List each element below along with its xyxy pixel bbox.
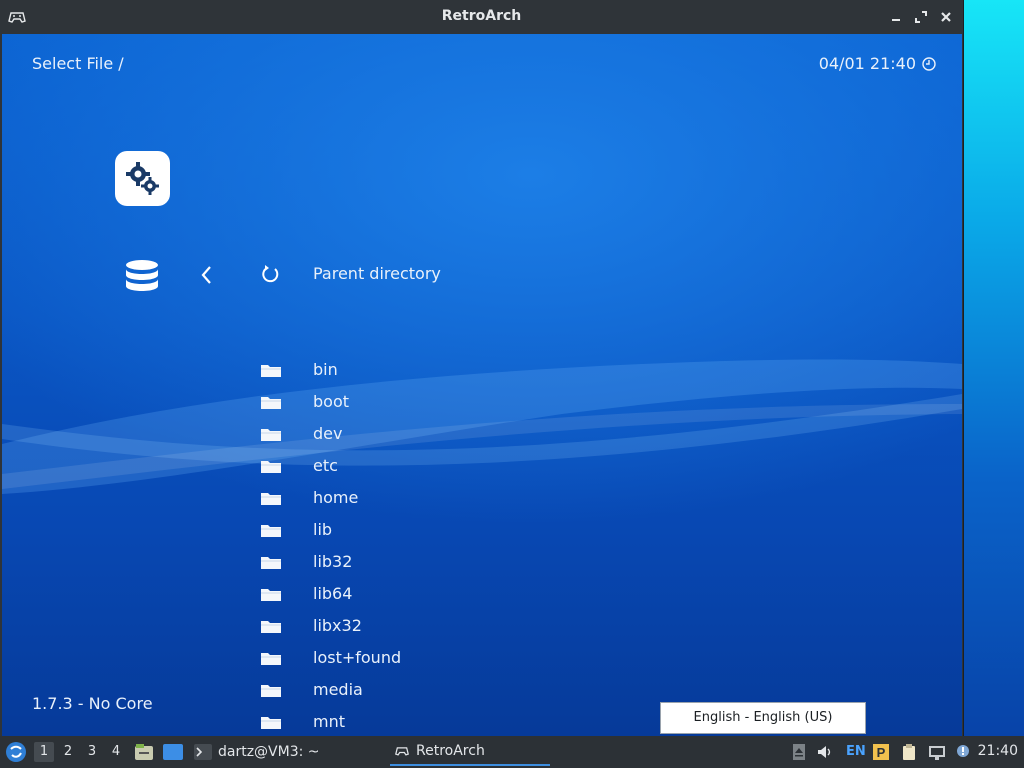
folder-label: lib64 (313, 584, 353, 603)
folder-item[interactable]: lib32 (260, 548, 660, 576)
folder-item[interactable]: lost+found (260, 644, 660, 672)
folder-icon (261, 557, 281, 569)
folder-item[interactable]: libx32 (260, 612, 660, 640)
datetime-text: 04/01 21:40 (818, 54, 916, 73)
parent-directory-label: Parent directory (313, 264, 441, 283)
folder-item[interactable]: boot (260, 388, 660, 416)
folder-icon (261, 589, 281, 601)
folder-icon (261, 461, 281, 473)
keyboard-layout[interactable]: EN (846, 744, 866, 759)
folder-label: etc (313, 456, 338, 475)
folder-label: home (313, 488, 359, 507)
close-icon[interactable] (938, 9, 954, 25)
svg-text:P: P (877, 745, 886, 760)
workspace-4[interactable]: 4 (106, 742, 126, 762)
retroarch-task-label: RetroArch (416, 743, 485, 759)
folder-icon (261, 397, 281, 409)
eject-icon[interactable] (790, 743, 808, 761)
retroarch-window: RetroArch Select File / 04/01 21:40 Pare… (0, 0, 963, 736)
folder-item[interactable]: lib (260, 516, 660, 544)
volume-icon[interactable] (816, 743, 834, 761)
folder-icon (261, 717, 281, 729)
folder-icon (261, 365, 281, 377)
retroarch-task[interactable]: RetroArch (390, 738, 550, 766)
minimize-icon[interactable] (888, 9, 904, 25)
folder-item[interactable]: bin (260, 356, 660, 384)
folder-icon (261, 525, 281, 537)
settings-tab[interactable] (115, 151, 170, 206)
file-manager-icon[interactable] (134, 742, 154, 762)
folder-icon (261, 621, 281, 633)
language-tooltip: English - English (US) (660, 702, 866, 734)
folder-icon (261, 429, 281, 441)
maximize-icon[interactable] (913, 9, 929, 25)
terminal-icon (194, 744, 212, 760)
breadcrumb: Select File / (32, 54, 124, 73)
title-bar[interactable]: RetroArch (0, 0, 963, 34)
network-icon[interactable] (928, 743, 946, 761)
taskbar-clock[interactable]: 21:40 (978, 743, 1018, 759)
folder-item[interactable]: etc (260, 452, 660, 480)
window-title: RetroArch (441, 8, 522, 24)
folder-item[interactable]: dev (260, 420, 660, 448)
clipboard-icon[interactable] (900, 743, 918, 761)
folder-label: lib32 (313, 552, 353, 571)
chevron-left-icon[interactable] (199, 264, 213, 286)
folder-label: lib (313, 520, 333, 539)
folder-label: dev (313, 424, 343, 443)
refresh-icon (262, 265, 279, 283)
gears-icon (125, 161, 159, 195)
terminal-task-label: dartz@VM3: ~ (218, 744, 320, 760)
datetime: 04/01 21:40 (819, 54, 936, 73)
workspace-1[interactable]: 1 (34, 742, 54, 762)
workspace-3[interactable]: 3 (82, 742, 102, 762)
parking-icon[interactable]: P (872, 743, 890, 761)
folder-label: boot (313, 392, 350, 411)
folder-label: media (313, 680, 363, 699)
folder-item[interactable]: home (260, 484, 660, 512)
folder-label: lost+found (313, 648, 402, 667)
folder-icon (261, 653, 281, 665)
start-menu-icon[interactable] (5, 741, 27, 763)
terminal-task[interactable]: dartz@VM3: ~ (194, 738, 320, 766)
folder-label: libx32 (313, 616, 362, 635)
folder-item[interactable]: media (260, 676, 660, 704)
folder-icon (261, 685, 281, 697)
folder-item[interactable]: mnt (260, 708, 660, 736)
gamepad-icon (395, 747, 409, 756)
retroarch-menu: Select File / 04/01 21:40 Parent directo… (2, 34, 962, 736)
folder-label: mnt (313, 712, 345, 731)
database-icon[interactable] (124, 258, 160, 294)
workspace-2[interactable]: 2 (58, 742, 78, 762)
parent-directory-item[interactable]: Parent directory (260, 260, 660, 288)
folder-icon (261, 493, 281, 505)
taskbar: 1 2 3 4 dartz@VM3: ~ RetroArch EN P 21:4… (0, 736, 1024, 768)
version-label: 1.7.3 - No Core (32, 694, 153, 713)
show-desktop-icon[interactable] (162, 742, 184, 762)
clock-icon (922, 56, 936, 71)
folder-label: bin (313, 360, 338, 379)
folder-item[interactable]: lib64 (260, 580, 660, 608)
notification-icon[interactable] (954, 743, 972, 761)
